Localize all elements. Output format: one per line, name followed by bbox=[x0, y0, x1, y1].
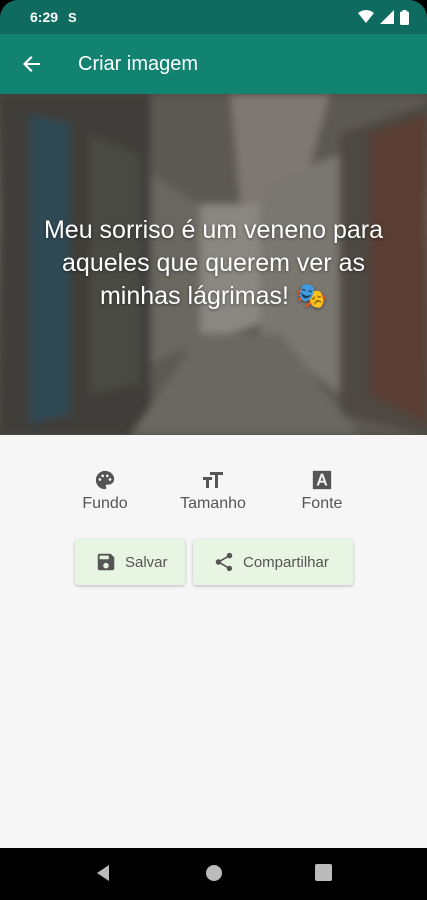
status-time: 6:29 bbox=[30, 9, 59, 25]
quote-image-preview[interactable]: Meu sorriso é um veneno para aqueles que… bbox=[0, 94, 427, 435]
background-tool-label: Fundo bbox=[82, 495, 128, 512]
nav-back-icon[interactable] bbox=[95, 864, 111, 882]
save-icon bbox=[97, 553, 115, 571]
font-tool-button[interactable]: Fonte bbox=[267, 469, 377, 513]
palette-icon bbox=[95, 470, 115, 490]
share-button[interactable]: Compartilhar bbox=[193, 539, 353, 585]
page-title: Criar imagem bbox=[78, 52, 199, 75]
app-bar: Criar imagem bbox=[0, 34, 427, 94]
background-tool-button[interactable]: Fundo bbox=[50, 469, 160, 513]
status-bar: 6:29 S bbox=[0, 0, 427, 34]
save-label: Salvar bbox=[125, 553, 168, 571]
share-label: Compartilhar bbox=[243, 553, 329, 571]
arrow-back-icon bbox=[23, 56, 40, 72]
battery-icon bbox=[400, 9, 409, 25]
signal-icon bbox=[380, 10, 394, 24]
nav-home-icon[interactable] bbox=[205, 864, 223, 882]
quote-text: Meu sorriso é um veneno para aqueles que… bbox=[43, 216, 384, 310]
save-button[interactable]: Salvar bbox=[75, 539, 185, 585]
wifi-icon bbox=[358, 10, 374, 23]
share-icon bbox=[215, 552, 233, 572]
size-tool-label: Tamanho bbox=[180, 495, 246, 512]
font-icon bbox=[312, 470, 332, 490]
sim-icon: S bbox=[68, 9, 77, 25]
editor-panel: Fundo Tamanho Fonte Salvar Compartilhar bbox=[0, 435, 427, 848]
size-tool-button[interactable]: Tamanho bbox=[158, 469, 268, 513]
nav-recents-icon[interactable] bbox=[315, 864, 332, 881]
text-size-icon bbox=[203, 472, 223, 488]
back-button[interactable] bbox=[0, 34, 64, 94]
navigation-bar bbox=[0, 848, 427, 900]
font-tool-label: Fonte bbox=[301, 495, 343, 512]
